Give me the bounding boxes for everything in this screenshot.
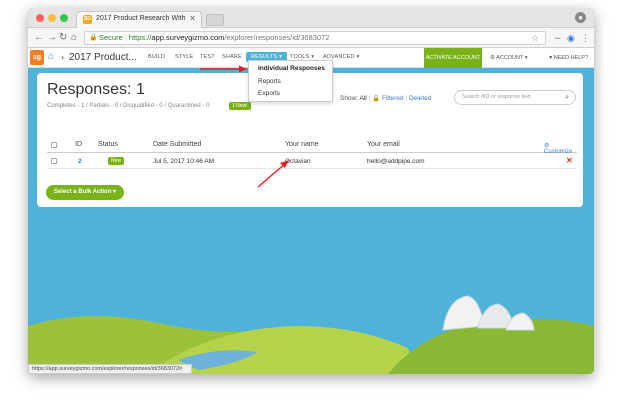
search-input[interactable]: Search #ID or response text ⌕ (454, 90, 576, 105)
tab-bar: SG 2017 Product Research With ✕ ● (28, 8, 594, 28)
menu-item-exports[interactable]: Exports (258, 90, 280, 97)
show-deleted-link[interactable]: Deleted (409, 95, 431, 102)
col-your-name[interactable]: Your name (285, 141, 319, 148)
browser-tab[interactable]: SG 2017 Product Research With ✕ (76, 11, 202, 28)
new-count-badge[interactable]: 1 New! (229, 102, 251, 110)
select-all-checkbox[interactable] (51, 142, 57, 148)
url-path: /explorer/responses/id/3683072 (224, 33, 330, 42)
secure-label: Secure (99, 33, 123, 42)
status-bar-url: https://app.surveygizmo.com/explorer/res… (28, 364, 192, 374)
nav-style[interactable]: STYLE (175, 54, 193, 60)
col-your-email[interactable]: Your email (367, 141, 400, 148)
show-filter: Show: All | 🔒 Filtered | Deleted (340, 95, 432, 102)
page-title: Responses: 1 (47, 81, 145, 98)
show-label: Show: (340, 95, 359, 102)
extension-blue-icon[interactable]: ◉ (567, 32, 575, 44)
table-row[interactable]: 2 New Jul 5, 2017 10:46 AM Octavian hell… (47, 153, 577, 169)
lock-icon: 🔒 (89, 34, 98, 41)
show-all-link[interactable]: All (360, 95, 367, 102)
menu-kebab-icon[interactable]: ⋮ (581, 32, 590, 44)
col-status[interactable]: Status (98, 141, 118, 148)
search-placeholder: Search #ID or response text (462, 94, 531, 100)
delete-icon[interactable]: ✕ (566, 156, 573, 165)
nav-build[interactable]: BUILD (148, 54, 165, 60)
need-help-link[interactable]: ♥ NEED HELP? (549, 55, 588, 61)
chevron-right-icon: › (61, 52, 64, 62)
extension-icon[interactable]: ∼ (554, 32, 562, 44)
nav-share[interactable]: SHARE (222, 54, 242, 60)
maximize-window-button[interactable] (60, 14, 68, 22)
row-email: hello@addpipe.com (367, 158, 425, 165)
col-date-submitted[interactable]: Date Submitted (153, 141, 201, 148)
address-bar-row: ← → ↻ ⌂ 🔒 Secure | https://app.surveygiz… (28, 28, 594, 48)
close-tab-icon[interactable]: ✕ (189, 14, 196, 23)
close-window-button[interactable] (36, 14, 44, 22)
col-id[interactable]: ID (75, 141, 82, 148)
back-icon[interactable]: ← (34, 31, 44, 45)
responses-summary: Completes - 1 / Partials - 0 / Disqualif… (47, 103, 210, 109)
nav-test[interactable]: TEST (200, 54, 215, 60)
url-host: app.surveygizmo.com (151, 33, 225, 42)
row-checkbox[interactable] (51, 158, 57, 164)
table-header: ID Status Date Submitted Your name Your … (47, 137, 577, 155)
url-field[interactable]: 🔒 Secure | https://app.surveygizmo.com/e… (84, 31, 546, 45)
row-date: Jul 5, 2017 10:46 AM (153, 158, 215, 165)
menu-item-reports[interactable]: Reports (258, 78, 281, 85)
status-badge: New (108, 157, 125, 165)
row-name: Octavian (285, 158, 311, 165)
account-menu[interactable]: ⚙ ACCOUNT ▾ (490, 55, 528, 61)
show-filtered-link[interactable]: Filtered (382, 95, 404, 102)
bulk-action-button[interactable]: Select a Bulk Action ▾ (46, 185, 124, 200)
activate-account-button[interactable]: ACTIVATE ACCOUNT (424, 48, 482, 68)
home-button-icon[interactable]: ⌂ (71, 31, 77, 45)
results-dropdown-menu: Individual Responses Reports Exports (248, 60, 333, 102)
row-id[interactable]: 2 (78, 158, 82, 165)
surveygizmo-logo[interactable]: sg (30, 50, 44, 65)
minimize-window-button[interactable] (48, 14, 56, 22)
survey-title[interactable]: 2017 Product... (69, 52, 137, 63)
bookmark-star-icon[interactable]: ☆ (531, 32, 539, 44)
search-icon[interactable]: ⌕ (565, 91, 569, 104)
url-scheme: https:// (128, 33, 152, 42)
new-tab-button[interactable] (206, 14, 224, 26)
favicon-icon: SG (83, 15, 92, 24)
browser-window: SG 2017 Product Research With ✕ ● ← → ↻ … (28, 8, 594, 374)
profile-icon[interactable]: ● (575, 12, 586, 23)
home-icon[interactable]: ⌂ (48, 51, 54, 62)
lock-filter-icon: 🔒 (372, 95, 381, 102)
menu-item-individual-responses[interactable]: Individual Responses (258, 65, 325, 72)
reload-icon[interactable]: ↻ (59, 31, 67, 45)
forward-icon[interactable]: → (47, 31, 57, 45)
tab-title: 2017 Product Research With (96, 15, 186, 22)
